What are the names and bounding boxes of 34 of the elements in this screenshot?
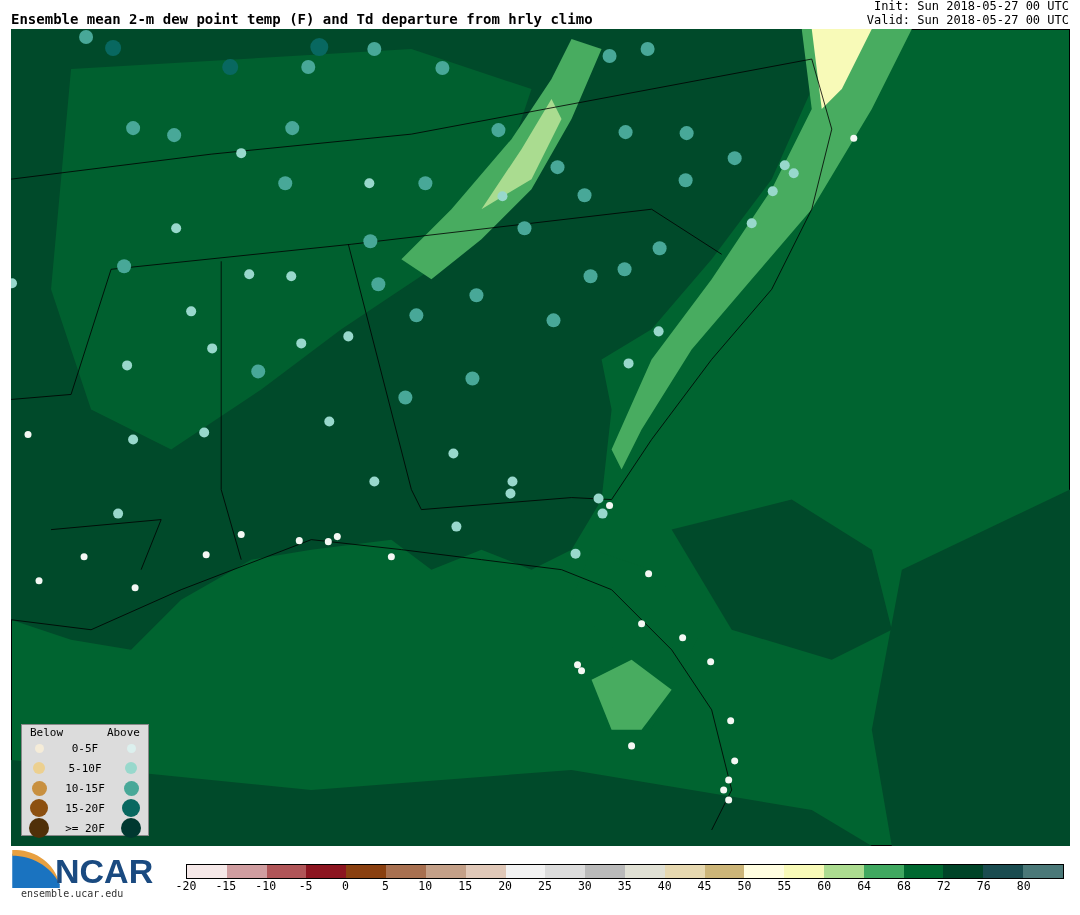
colorbar-tick-label: 15: [458, 879, 473, 893]
colorbar-tick-label: -20: [175, 879, 197, 893]
site-url: ensemble.ucar.edu: [21, 888, 125, 899]
legend-label: 10-15F: [65, 781, 105, 795]
colorbar-tick-label: -5: [298, 879, 313, 893]
colorbar-tick-label: 20: [498, 879, 512, 893]
colorbar-tick-label: 76: [976, 879, 991, 893]
init-time: Init: Sun 2018-05-27 00 UTC: [873, 0, 1069, 13]
colorbar-tick-label: -10: [255, 879, 277, 893]
legend-heading: Below: [30, 727, 64, 738]
colorbar-tick-label: 60: [817, 879, 832, 893]
legend-heading: Above: [106, 727, 140, 738]
legend-label: 5-10F: [68, 761, 102, 775]
legend-label: 15-20F: [65, 801, 105, 815]
chart-title: Ensemble mean 2-m dew point temp (F) and Td departure from hrly climo: [11, 11, 593, 27]
colorbar-tick-label: 40: [657, 879, 672, 893]
colorbar-tick-label: 35: [617, 879, 632, 893]
colorbar-tick-label: 80: [1016, 879, 1031, 893]
colorbar-tick-label: 10: [418, 879, 433, 893]
legend-label: >= 20F: [65, 821, 105, 835]
colorbar-tick-label: 30: [577, 879, 592, 893]
colorbar-tick-label: -15: [215, 879, 237, 893]
colorbar-tick-label: 0: [342, 879, 349, 893]
colorbar-tick-label: 55: [777, 879, 792, 893]
valid-time: Valid: Sun 2018-05-27 00 UTC: [866, 13, 1069, 27]
logo-text: NCAR: [55, 854, 154, 888]
colorbar-tick-label: 68: [897, 879, 911, 893]
colorbar-tick-label: 45: [697, 879, 712, 893]
colorbar-tick-label: 64: [857, 879, 871, 893]
colorbar-tick-label: 50: [737, 879, 752, 893]
legend-label: 0-5F: [71, 741, 99, 755]
colorbar-tick-label: 72: [936, 879, 951, 893]
colorbar-tick-label: 5: [381, 879, 389, 893]
colorbar-tick-label: 25: [538, 879, 552, 893]
